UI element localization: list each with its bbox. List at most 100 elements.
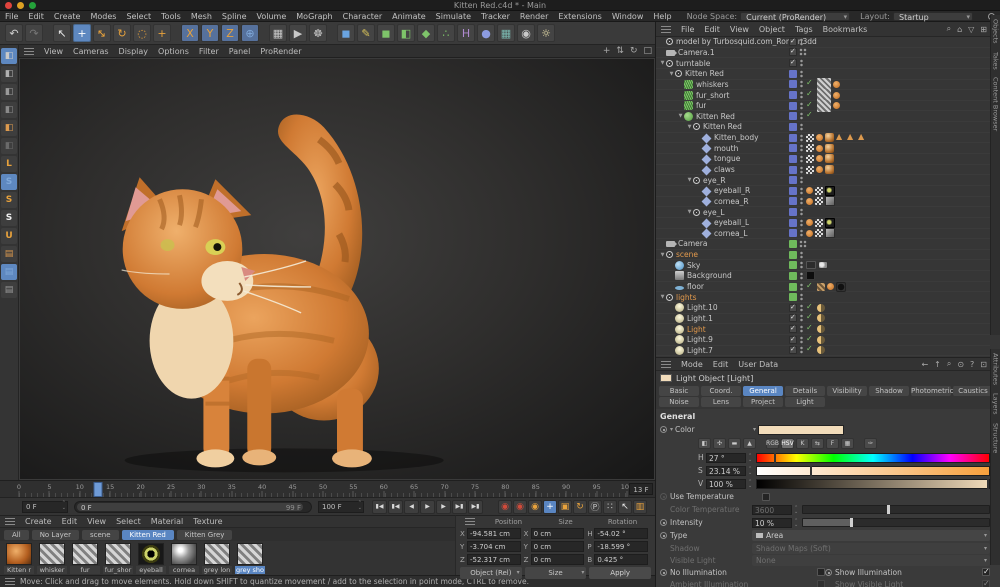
menu-file[interactable]: File [5, 12, 18, 21]
compact-icon[interactable]: ◧ [698, 438, 711, 449]
tri-tag[interactable] [836, 134, 845, 142]
material-eyeball[interactable]: eyeball [136, 543, 166, 575]
green-tag[interactable] [789, 240, 797, 248]
tab-general[interactable]: General [743, 386, 783, 396]
lighttag-tag[interactable] [817, 314, 825, 322]
material-fur[interactable]: fur [70, 543, 100, 575]
viewport-menu-display[interactable]: Display [119, 47, 149, 56]
checker-tag[interactable] [815, 197, 823, 205]
tab-lens[interactable]: Lens [701, 397, 741, 407]
tree-item-camera[interactable]: Camera [656, 239, 990, 250]
intensity-anim-dot[interactable] [660, 519, 667, 526]
material-kitten-r[interactable]: Kitten r [4, 543, 34, 575]
size-mode-dropdown[interactable]: Size [525, 567, 587, 579]
menu-window[interactable]: Window [612, 12, 644, 21]
add-character-icon[interactable]: H [457, 24, 475, 42]
material-thumbnail[interactable] [138, 543, 164, 565]
tree-item-kitten-red[interactable]: ▼Kitten Red [656, 122, 990, 133]
add-mograph-icon[interactable]: ∴ [437, 24, 455, 42]
key-point-level-icon[interactable]: ∷ [603, 500, 617, 514]
lock-x-icon[interactable]: X [181, 24, 199, 42]
odot-tag[interactable] [833, 92, 840, 99]
edges-mode-icon[interactable]: ◧ [1, 138, 17, 154]
check-tag[interactable] [789, 59, 797, 67]
odot-tag[interactable] [816, 166, 823, 173]
dots-tag[interactable] [799, 59, 804, 67]
menu-extensions[interactable]: Extensions [558, 12, 601, 21]
material-thumbnail[interactable] [105, 543, 131, 565]
dots-tag[interactable] [799, 283, 804, 291]
odot-tag[interactable] [833, 81, 840, 88]
attr-back-icon[interactable]: ← [921, 360, 928, 369]
dots-tag[interactable] [799, 272, 804, 280]
om-add-icon[interactable]: ⊞ [980, 25, 987, 34]
material-menu-icon[interactable] [5, 518, 15, 525]
lighttag-tag[interactable] [817, 325, 825, 333]
material-thumbnail[interactable] [6, 543, 32, 565]
swatches-icon[interactable]: ▦ [841, 438, 854, 449]
dots-tag[interactable] [799, 219, 804, 227]
tab-visibility[interactable]: Visibility [827, 386, 867, 396]
check-tag[interactable] [789, 325, 797, 333]
dots-tag[interactable] [799, 102, 804, 110]
menu-tracker[interactable]: Tracker [481, 12, 510, 21]
material-menu-texture[interactable]: Texture [193, 517, 222, 526]
object-rel-mode-dropdown[interactable]: Object (Rel) [460, 567, 522, 579]
live-selection-icon[interactable]: ↖ [53, 24, 71, 42]
lighttag-tag[interactable] [817, 336, 825, 344]
tick-tag[interactable] [806, 304, 815, 312]
tab-caustics[interactable]: Caustics [953, 386, 993, 396]
side-tab-takes[interactable]: Takes [992, 52, 1000, 70]
comp-tag[interactable] [806, 261, 816, 269]
dots-tag[interactable] [799, 144, 804, 152]
viewport-menu-cameras[interactable]: Cameras [73, 47, 109, 56]
hsv-icon[interactable]: HSV [781, 438, 794, 449]
material-thumbnail[interactable] [204, 543, 230, 565]
visible-light-dropdown[interactable]: None [752, 555, 990, 566]
move-icon[interactable]: + [73, 24, 91, 42]
dots-tag[interactable] [799, 197, 804, 205]
axis-tool-icon[interactable]: + [153, 24, 171, 42]
expand-icon[interactable]: ▼ [659, 294, 666, 300]
tick-tag[interactable] [806, 346, 815, 354]
om-menu-bookmarks[interactable]: Bookmarks [823, 25, 868, 34]
dots-tag[interactable] [799, 155, 804, 163]
range-end-spinner[interactable]: 100 F [318, 501, 364, 513]
menu-select[interactable]: Select [126, 12, 151, 21]
enable-axis-icon[interactable]: L [1, 156, 17, 172]
coordinates-menu-icon[interactable] [465, 518, 475, 525]
dots-tag[interactable] [799, 261, 804, 269]
s-gradient-slider[interactable] [756, 466, 990, 476]
odot-tag[interactable] [806, 230, 813, 237]
workplane-b-icon[interactable]: ▤ [1, 264, 17, 280]
blue-tag[interactable] [789, 229, 797, 237]
render-view-icon[interactable]: ▦ [269, 24, 287, 42]
render-settings-icon[interactable]: ☸ [309, 24, 327, 42]
workplane-a-icon[interactable]: ▤ [1, 246, 17, 262]
dots-tag[interactable] [799, 70, 804, 78]
dots-tag[interactable] [799, 229, 804, 237]
dots-tag[interactable] [799, 304, 804, 312]
dots-tag[interactable] [799, 346, 804, 354]
material-menu-select[interactable]: Select [116, 517, 141, 526]
expand-icon[interactable]: ▼ [686, 209, 693, 215]
render-to-picture-viewer-icon[interactable]: ▶ [289, 24, 307, 42]
spectrum-icon[interactable]: ▬ [728, 438, 741, 449]
blue-tag[interactable] [789, 134, 797, 142]
viewport-solo-s1-icon[interactable]: S [1, 174, 17, 190]
coord-input-size-z[interactable]: 0 cm [531, 554, 585, 565]
tree-item-kitten-red[interactable]: ▼Kitten Red [656, 111, 990, 122]
viewport-menu-panel[interactable]: Panel [229, 47, 251, 56]
viewport-canvas[interactable] [19, 58, 655, 480]
color-temperature-value[interactable]: 3600 [752, 505, 792, 515]
redo-icon[interactable]: ↷ [25, 24, 43, 42]
odot-tag[interactable] [816, 145, 823, 152]
intensity-slider[interactable] [802, 518, 990, 527]
tree-item-mouth[interactable]: mouth [656, 143, 990, 154]
record-options-icon[interactable]: ◉ [513, 500, 527, 514]
keyframe-selection-icon[interactable]: ↖ [618, 500, 632, 514]
attr-lock-icon[interactable]: ⊙ [957, 360, 964, 369]
material-thumbnail[interactable] [171, 543, 197, 565]
goto-start-button[interactable]: ▮◀ [372, 500, 387, 514]
dots-tag[interactable] [799, 166, 804, 174]
